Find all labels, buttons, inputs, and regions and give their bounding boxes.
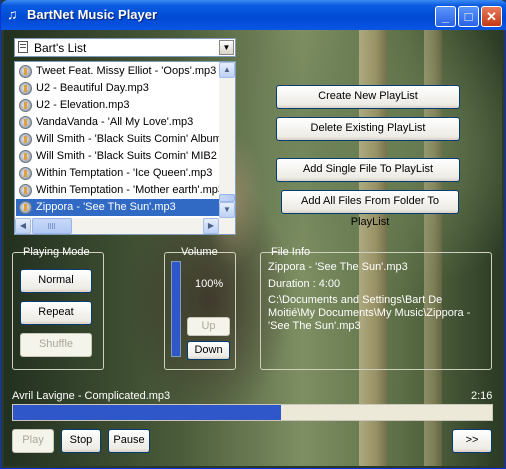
app-window: ♫ BartNet Music Player _ □ ✕ Bart's List… xyxy=(0,0,506,469)
scroll-down-icon: ▼ xyxy=(223,205,231,214)
playlist-item[interactable]: Zippora - 'See The Sun'.mp3 xyxy=(16,199,219,216)
playlist-select-value: Bart's List xyxy=(34,41,87,55)
playing-mode-legend: Playing Mode xyxy=(23,246,90,258)
now-playing-track: Avril Lavigne - Complicated.mp3 xyxy=(12,390,171,402)
file-info-legend: File Info xyxy=(271,246,311,258)
create-playlist-button[interactable]: Create New PlayList xyxy=(276,85,460,109)
volume-level-fill xyxy=(172,262,180,356)
stop-button[interactable]: Stop xyxy=(61,429,101,453)
window-title: BartNet Music Player xyxy=(27,7,158,22)
play-button[interactable]: Play xyxy=(12,429,54,453)
playlist-item[interactable]: Within Temptation - 'Ice Queen'.mp3 xyxy=(16,165,219,182)
audio-file-icon xyxy=(19,150,32,163)
title-bar[interactable]: ♫ BartNet Music Player _ □ ✕ xyxy=(1,0,506,30)
playlist-item[interactable]: Will Smith - 'Black Suits Comin' MIB2 Re… xyxy=(16,148,219,165)
file-info-title: Zippora - 'See The Sun'.mp3 xyxy=(268,261,408,273)
playlist-item-label: Will Smith - 'Black Suits Comin' MIB2 Re… xyxy=(36,150,219,162)
audio-file-icon xyxy=(19,65,32,78)
delete-playlist-button[interactable]: Delete Existing PlayList xyxy=(276,117,460,141)
close-icon: ✕ xyxy=(486,9,497,24)
playlist-item[interactable]: VandaVanda - 'All My Love'.mp3 xyxy=(16,114,219,131)
playlist-item-label: Within Temptation - 'Ice Queen'.mp3 xyxy=(36,167,213,179)
playlist-item-label: Tweet Feat. Missy Elliot - 'Oops'.mp3 xyxy=(36,65,217,77)
add-folder-button[interactable]: Add All Files From Folder To PlayList xyxy=(281,190,459,228)
next-button[interactable]: >> xyxy=(452,429,492,453)
seek-progress-fill xyxy=(13,405,282,420)
now-playing-time: 2:16 xyxy=(471,390,493,402)
playlist-item[interactable]: U2 - Beautiful Day.mp3 xyxy=(16,80,219,97)
horizontal-scroll-thumb[interactable] xyxy=(32,218,72,234)
playlist-item[interactable]: Will Smith - 'Black Suits Comin' Album V… xyxy=(16,131,219,148)
scroll-up-icon: ▲ xyxy=(223,65,231,74)
close-button[interactable]: ✕ xyxy=(481,6,502,27)
vertical-scroll-thumb[interactable] xyxy=(219,194,235,202)
audio-file-icon xyxy=(19,184,32,197)
normal-mode-button[interactable]: Normal xyxy=(20,269,92,293)
shuffle-mode-button[interactable]: Shuffle xyxy=(20,333,92,357)
playlist-item[interactable]: Within Temptation - 'Mother earth'.mp3 xyxy=(16,182,219,199)
player-body: Bart's List ▼ Tweet Feat. Missy Elliot -… xyxy=(4,30,502,466)
playlist-item[interactable]: Tweet Feat. Missy Elliot - 'Oops'.mp3 xyxy=(16,63,219,80)
playlist-icon xyxy=(18,41,28,53)
playlist-item-label: Zippora - 'See The Sun'.mp3 xyxy=(36,201,176,213)
volume-percent: 100% xyxy=(195,278,224,290)
maximize-button[interactable]: □ xyxy=(458,6,479,27)
audio-file-icon xyxy=(19,99,32,112)
playlist-item-label: U2 - Beautiful Day.mp3 xyxy=(36,82,149,94)
repeat-mode-button[interactable]: Repeat xyxy=(20,301,92,325)
volume-slider[interactable] xyxy=(171,261,181,357)
scroll-down-button[interactable]: ▼ xyxy=(219,202,235,218)
playlist-listbox[interactable]: Tweet Feat. Missy Elliot - 'Oops'.mp3 U2 … xyxy=(14,61,236,235)
seek-bar[interactable] xyxy=(12,404,493,421)
scroll-up-button[interactable]: ▲ xyxy=(219,62,235,78)
chevron-down-icon[interactable]: ▼ xyxy=(219,40,234,55)
audio-file-icon xyxy=(19,201,32,214)
volume-legend: Volume xyxy=(181,246,218,258)
playlist-item-label: U2 - Elevation.mp3 xyxy=(36,99,130,111)
maximize-icon: □ xyxy=(464,9,473,24)
audio-file-icon xyxy=(19,116,32,129)
volume-up-button[interactable]: Up xyxy=(187,317,230,336)
music-note-icon: ♫ xyxy=(7,6,18,22)
file-info-duration: Duration : 4:00 xyxy=(268,278,341,290)
pause-button[interactable]: Pause xyxy=(108,429,150,453)
scroll-right-icon: ▶ xyxy=(207,221,215,230)
playlist-item[interactable]: U2 - Elevation.mp3 xyxy=(16,97,219,114)
playlist-item-label: Will Smith - 'Black Suits Comin' Album V… xyxy=(36,133,219,145)
playlist-select[interactable]: Bart's List ▼ xyxy=(14,38,236,57)
audio-file-icon xyxy=(19,82,32,95)
scroll-left-button[interactable]: ◀ xyxy=(15,218,31,234)
minimize-button[interactable]: _ xyxy=(435,6,456,27)
vertical-scrollbar[interactable]: ▲ ▼ xyxy=(219,62,235,218)
scroll-right-button[interactable]: ▶ xyxy=(203,218,219,234)
audio-file-icon xyxy=(19,133,32,146)
playlist-item-label: Within Temptation - 'Mother earth'.mp3 xyxy=(36,184,219,196)
horizontal-scrollbar[interactable]: ◀ ▶ xyxy=(15,218,235,234)
audio-file-icon xyxy=(19,167,32,180)
scroll-left-icon: ◀ xyxy=(19,221,27,230)
playlist-rows: Tweet Feat. Missy Elliot - 'Oops'.mp3 U2 … xyxy=(16,63,219,217)
playlist-item-label: VandaVanda - 'All My Love'.mp3 xyxy=(36,116,194,128)
volume-down-button[interactable]: Down xyxy=(187,341,230,360)
minimize-icon: _ xyxy=(441,9,450,24)
add-file-button[interactable]: Add Single File To PlayList xyxy=(276,158,460,182)
file-info-path: C:\Documents and Settings\Bart De Moitié… xyxy=(268,294,471,332)
